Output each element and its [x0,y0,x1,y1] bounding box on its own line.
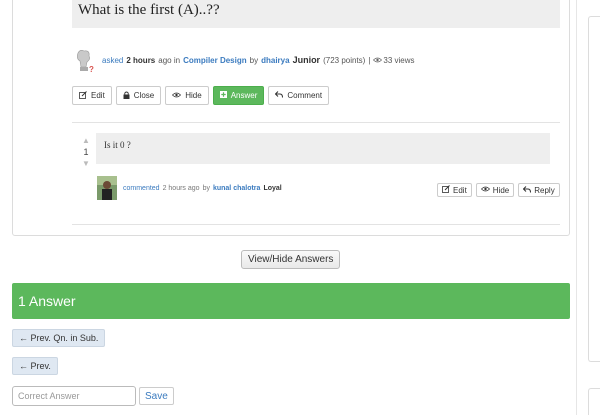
prev-question-button[interactable]: ← Prev. [12,357,58,375]
comment-edit-label: Edit [453,185,467,195]
divider-top [72,122,560,123]
comment-button[interactable]: Comment [268,86,330,105]
question-meta: ? asked 2 hours ago in Compiler Design b… [72,44,415,76]
answer-button[interactable]: Answer [212,86,265,105]
comment-edit-button[interactable]: Edit [437,183,472,197]
vote-down-icon[interactable]: ▼ [80,159,92,168]
prev-question-in-subject-button[interactable]: ← Prev. Qn. in Sub. [12,329,106,347]
comment-actions: Edit Hide Reply [437,183,560,197]
comment-hide-button[interactable]: Hide [475,183,515,197]
comment-text: Is it 0 ? [96,133,550,164]
edit-button[interactable]: Edit [72,86,112,105]
comment-button-label: Comment [287,91,323,100]
comment-reply-label: Reply [534,185,555,195]
comment-avatar[interactable] [97,176,117,200]
close-button-label: Close [133,91,155,100]
reply-icon [275,91,284,100]
category-link[interactable]: Compiler Design [183,56,247,65]
by-text: by [249,55,259,65]
comment-reply-button[interactable]: Reply [518,183,560,197]
plus-square-icon [219,91,227,100]
answers-header: 1 Answer [12,283,570,319]
meta-separator: | [368,55,371,65]
user-points: (723 points) [323,55,366,65]
svg-text:?: ? [89,65,94,73]
comment-user-rank: Loyal [263,184,282,192]
hide-button-label: Hide [185,91,202,100]
question-actions: Edit Close Hide Answer Comment [72,86,330,105]
hide-button[interactable]: Hide [165,86,209,105]
comment-vote: ▲ 1 ▼ [80,136,92,168]
eye-icon [172,92,182,100]
user-rank: Junior [292,55,321,65]
vote-count: 1 [83,147,89,157]
view-hide-answers-button[interactable]: View/Hide Answers [241,250,341,269]
question-card [12,0,570,236]
eye-icon [373,56,383,65]
edit-icon [442,185,450,195]
user-link[interactable]: dhairya [261,56,289,65]
vote-up-icon[interactable]: ▲ [80,136,92,145]
asked-link[interactable]: asked [102,56,123,65]
sidebar-panel [588,16,600,362]
comment-time: 2 hours ago [162,184,200,192]
comment-hide-label: Hide [492,185,510,195]
edit-button-label: Edit [91,91,105,100]
divider-bottom [72,224,560,225]
commented-link[interactable]: commented [123,185,160,192]
sidebar-panel-lower [588,388,600,415]
comment-meta: commented 2 hours ago by kunal chalotra … [97,176,282,200]
comment-by-text: by [202,184,210,192]
eye-icon [480,186,490,194]
page-scroll-divider [576,0,577,415]
close-button[interactable]: Close [115,86,162,105]
comment-user-link[interactable]: kunal chalotra [213,185,260,192]
answer-button-label: Answer [230,91,258,100]
correct-answer-input[interactable] [12,386,136,406]
ago-in-text: ago in [158,55,181,65]
edit-icon [79,90,87,101]
views-count: 33 views [383,55,415,65]
reply-icon [523,185,532,195]
lock-icon [123,91,130,101]
save-button[interactable]: Save [139,387,174,405]
asked-time: 2 hours [126,55,156,65]
question-title: What is the first (A)..?? [72,0,560,28]
question-avatar[interactable]: ? [72,47,96,73]
